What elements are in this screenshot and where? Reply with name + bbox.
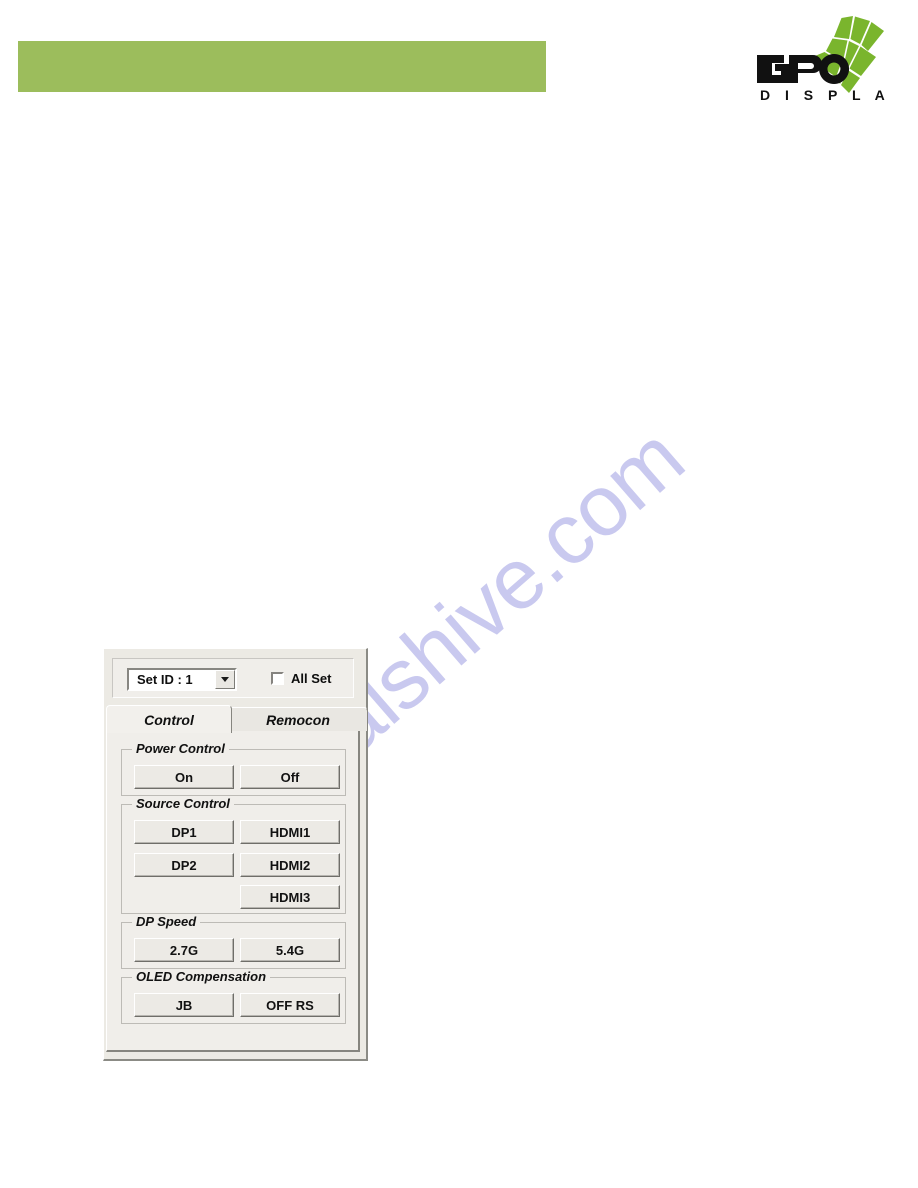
power-off-label: Off	[280, 769, 300, 785]
dp-speed-27g-label: 2.7G	[169, 942, 199, 958]
header-green-banner	[18, 41, 546, 92]
power-on-button[interactable]: On	[134, 765, 234, 789]
oled-off-rs-button[interactable]: OFF RS	[240, 993, 340, 1017]
control-panel-dialog: Set ID : 1 All Set Control Remocon Power…	[103, 648, 368, 1061]
source-dp2-button[interactable]: DP2	[134, 853, 234, 877]
source-hdmi2-label: HDMI2	[269, 857, 311, 873]
tab-remocon[interactable]: Remocon	[228, 707, 368, 731]
dp-speed-54g-label: 5.4G	[275, 942, 305, 958]
caret-glyph	[221, 677, 229, 682]
gpo-display-logo: D I S P L A Y	[748, 14, 898, 106]
logo-artwork: D I S P L A Y	[757, 16, 898, 103]
group-oled-compensation: OLED Compensation JB OFF RS	[121, 969, 346, 1024]
group-dp-speed-title: DP Speed	[132, 914, 201, 929]
source-dp1-label: DP1	[171, 824, 197, 840]
all-set-label: All Set	[291, 671, 332, 686]
tab-remocon-label: Remocon	[266, 711, 330, 728]
group-power-control: Power Control On Off	[121, 741, 346, 796]
logo-fan-mark	[809, 16, 884, 93]
group-oled-compensation-title: OLED Compensation	[132, 969, 271, 984]
source-hdmi3-button[interactable]: HDMI3	[240, 885, 340, 909]
source-hdmi2-button[interactable]: HDMI2	[240, 853, 340, 877]
set-id-combobox[interactable]: Set ID : 1	[127, 668, 237, 691]
tab-control[interactable]: Control	[106, 705, 232, 733]
group-source-control-title: Source Control	[132, 796, 234, 811]
logo-subtext: D I S P L A Y	[760, 87, 898, 103]
group-source-control: Source Control DP1 HDMI1 DP2 HDMI2 HDMI3	[121, 796, 346, 914]
tab-strip: Control Remocon	[106, 705, 368, 733]
oled-jb-button[interactable]: JB	[134, 993, 234, 1017]
all-set-checkbox-row[interactable]: All Set	[271, 671, 331, 686]
source-dp1-button[interactable]: DP1	[134, 820, 234, 844]
group-dp-speed: DP Speed 2.7G 5.4G	[121, 914, 346, 969]
source-hdmi1-button[interactable]: HDMI1	[240, 820, 340, 844]
power-on-label: On	[174, 769, 194, 785]
tab-control-label: Control	[144, 711, 194, 728]
oled-jb-label: JB	[175, 997, 193, 1013]
set-id-value: Set ID : 1	[137, 672, 193, 687]
source-hdmi1-label: HDMI1	[269, 824, 311, 840]
source-dp2-label: DP2	[171, 857, 197, 873]
oled-off-rs-label: OFF RS	[266, 997, 314, 1013]
group-power-control-title: Power Control	[132, 741, 229, 756]
tab-page-control: Power Control On Off Source Control DP1 …	[106, 730, 360, 1052]
all-set-checkbox[interactable]	[271, 672, 284, 685]
dp-speed-27g-button[interactable]: 2.7G	[134, 938, 234, 962]
dialog-topbar: Set ID : 1 All Set	[112, 658, 354, 698]
chevron-down-icon[interactable]	[215, 670, 235, 689]
source-hdmi3-label: HDMI3	[269, 889, 311, 905]
dp-speed-54g-button[interactable]: 5.4G	[240, 938, 340, 962]
power-off-button[interactable]: Off	[240, 765, 340, 789]
